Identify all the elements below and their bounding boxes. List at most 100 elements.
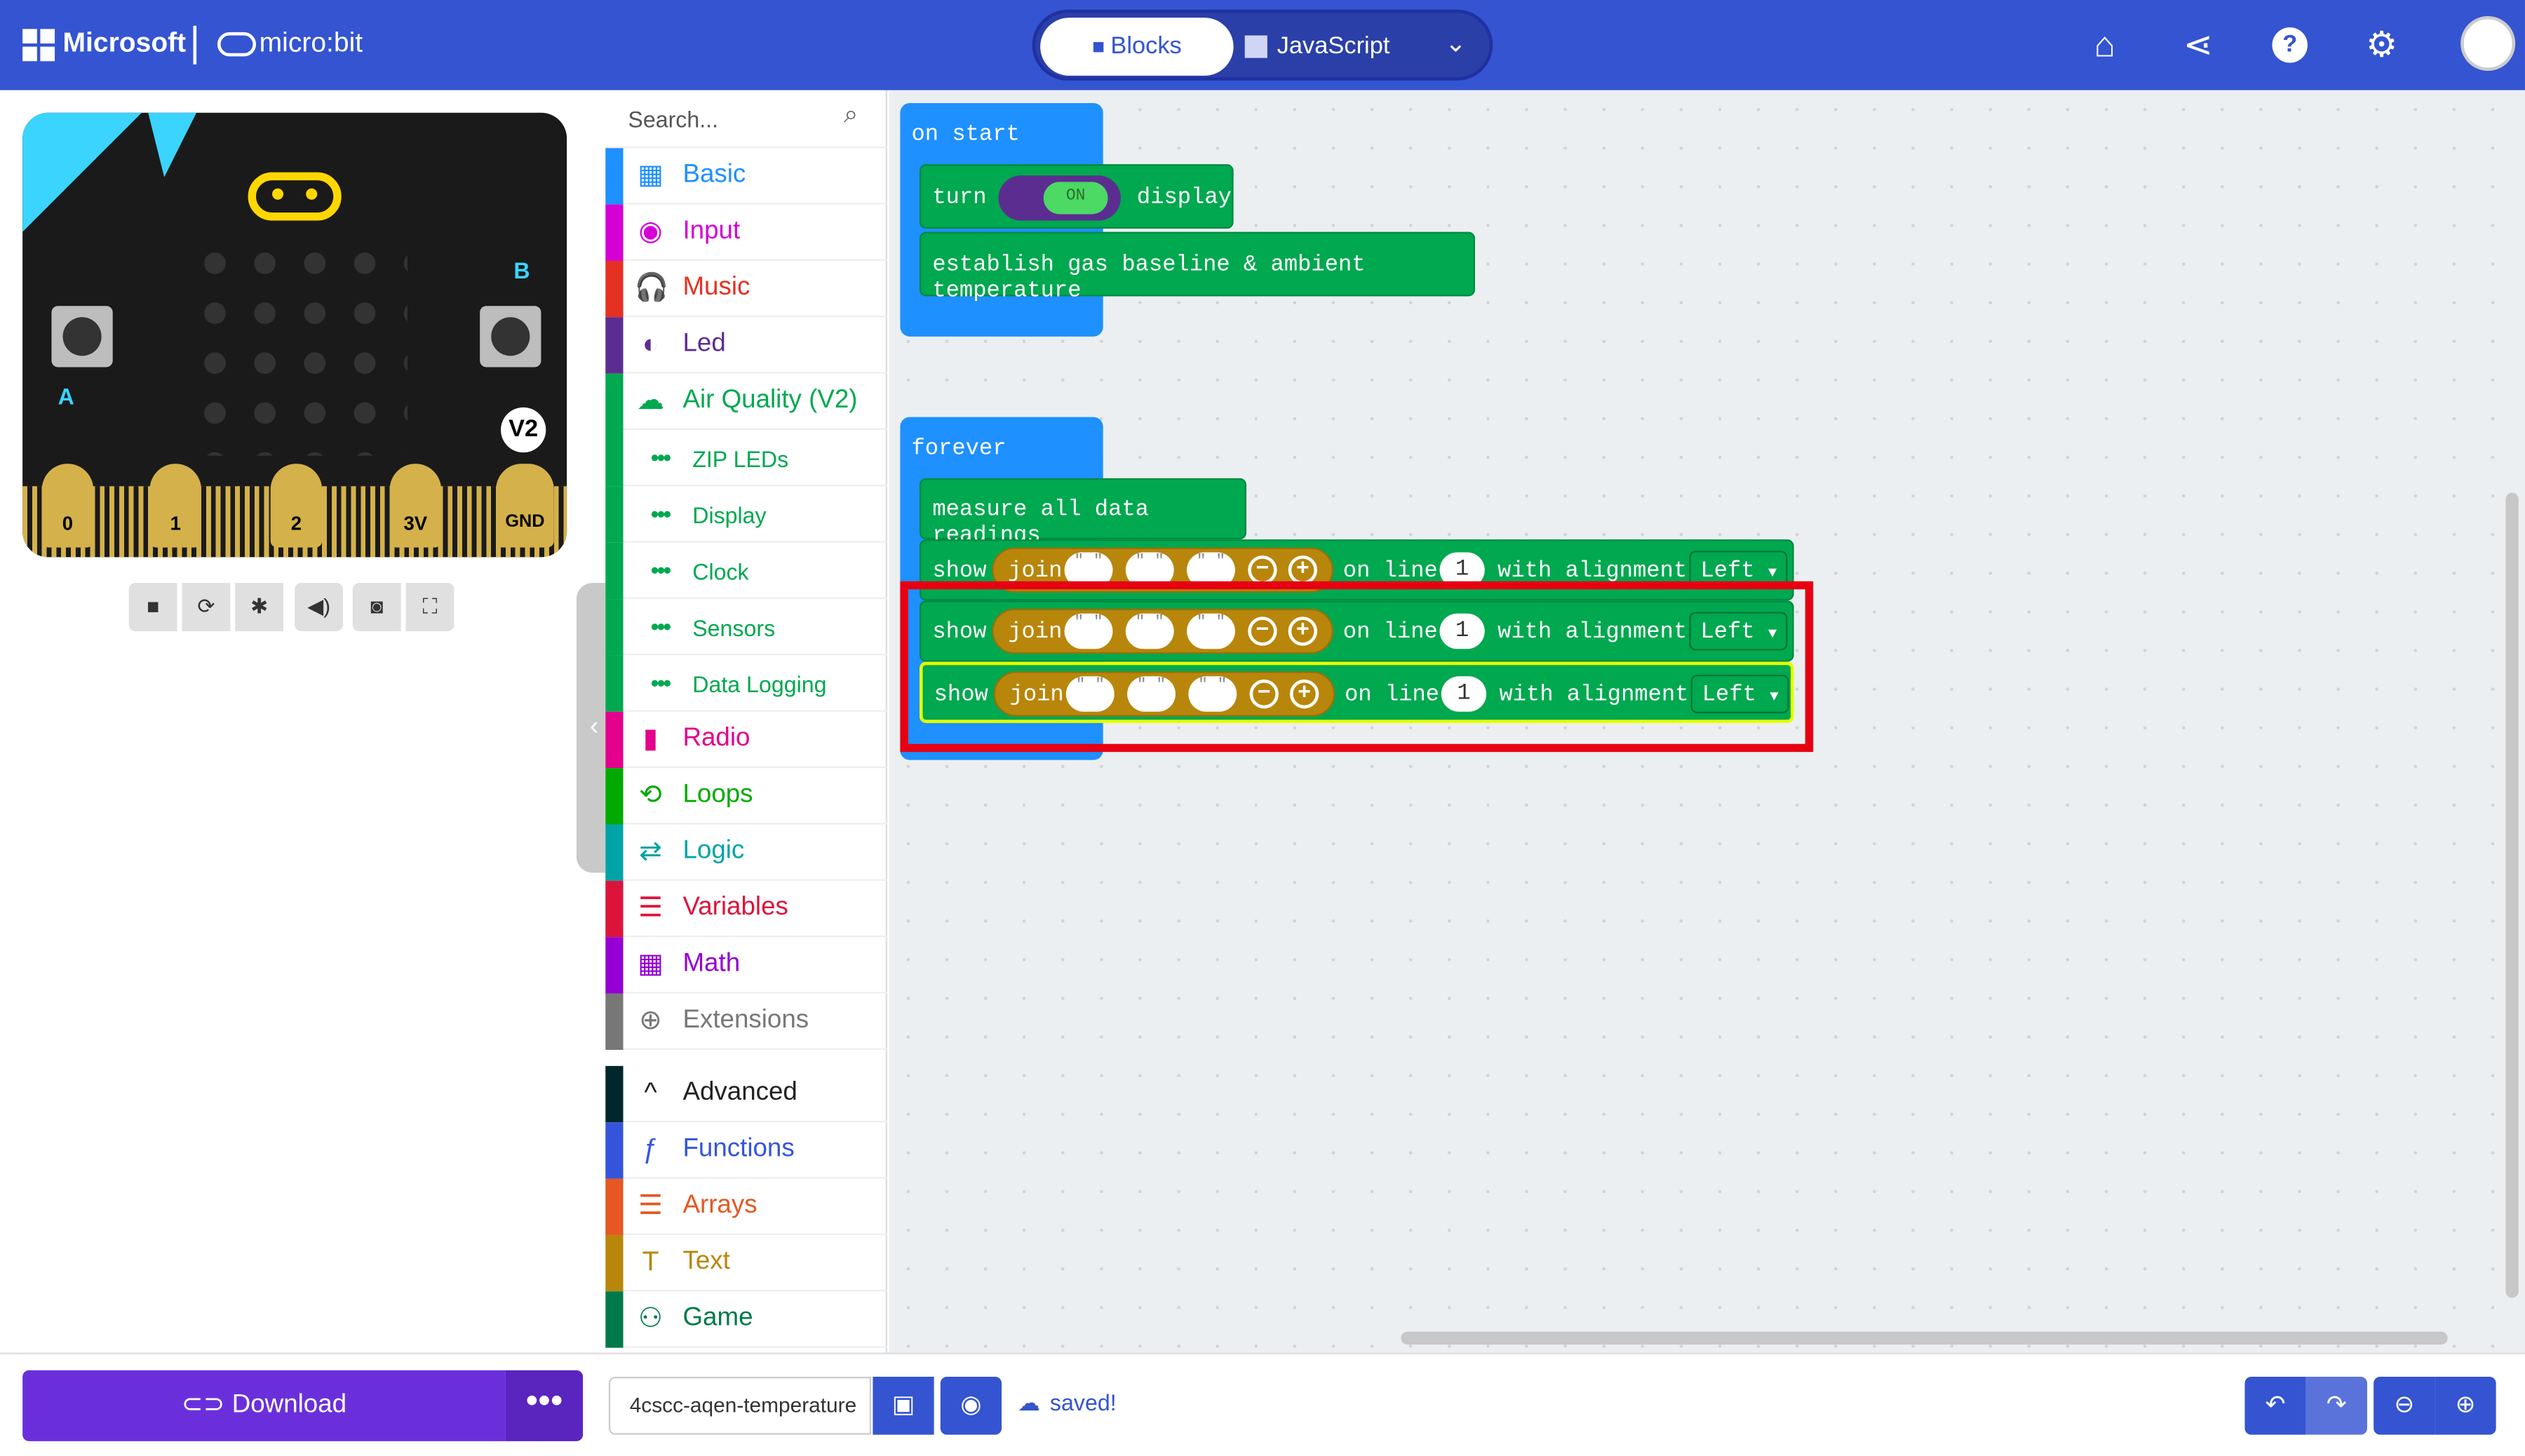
toolbox-category-input[interactable]: ◉ Input bbox=[605, 204, 888, 261]
toolbox-category-advanced[interactable]: ^ Advanced bbox=[605, 1065, 888, 1123]
led-matrix bbox=[189, 238, 408, 456]
zoom-out-icon[interactable]: ⊖ bbox=[2374, 1376, 2435, 1435]
forever-label: forever bbox=[911, 436, 1006, 462]
github-icon[interactable]: ◉ bbox=[940, 1376, 1002, 1435]
search-icon[interactable]: ⌕ bbox=[844, 102, 858, 130]
category-color-bar bbox=[605, 1065, 624, 1123]
microbit-board[interactable]: A B V2 0 1 2 3V GND bbox=[22, 112, 567, 558]
toolbox-category-math[interactable]: ▦ Math bbox=[605, 937, 888, 994]
category-label: Extensions bbox=[682, 1006, 809, 1034]
help-icon[interactable]: ? bbox=[2268, 22, 2312, 67]
stop-icon[interactable]: ■ bbox=[128, 583, 177, 631]
turn-display-block[interactable]: turn ON display bbox=[919, 164, 1234, 229]
logo-dot bbox=[272, 188, 284, 200]
loop-icon: ⟲ bbox=[639, 779, 662, 810]
chevron-left-icon: ‹ bbox=[590, 713, 599, 741]
toolbox-category-sensors[interactable]: ••• Sensors bbox=[605, 599, 888, 656]
minus-icon[interactable]: − bbox=[1248, 555, 1277, 585]
toolbox-category-zip-leds[interactable]: ••• ZIP LEDs bbox=[605, 430, 888, 487]
toolbox-category-extensions[interactable]: ⊕ Extensions bbox=[605, 993, 888, 1050]
toolbox-category-text[interactable]: T Text bbox=[605, 1234, 888, 1292]
category-label: Radio bbox=[682, 724, 750, 753]
chevron-down-icon[interactable]: ⌄ bbox=[1438, 27, 1474, 63]
fullscreen-icon[interactable]: ⛶ bbox=[405, 583, 454, 631]
zoom-in-icon[interactable]: ⊕ bbox=[2435, 1376, 2496, 1435]
category-color-bar bbox=[605, 655, 624, 712]
toolbox-category-air-quality[interactable]: ☁ Air Quality (V2) bbox=[605, 373, 888, 431]
plus-icon[interactable]: + bbox=[1288, 555, 1318, 585]
project-name-input[interactable]: 4cscc-aqen-temperature bbox=[608, 1376, 872, 1435]
toolbox-category-led[interactable]: ◐ Led bbox=[605, 317, 888, 374]
category-color-bar bbox=[605, 1122, 624, 1179]
dots-icon: ••• bbox=[650, 613, 671, 640]
search-input[interactable]: Search... bbox=[628, 107, 718, 133]
vertical-scrollbar[interactable] bbox=[2505, 492, 2519, 1298]
toolbox-category-variables[interactable]: ☰ Variables bbox=[605, 880, 888, 938]
avatar[interactable] bbox=[2460, 15, 2516, 72]
download-button[interactable]: ⊂⊃ Download bbox=[22, 1370, 506, 1441]
toolbox-category-clock[interactable]: ••• Clock bbox=[605, 542, 888, 600]
category-label: Clock bbox=[692, 558, 749, 585]
category-color-bar bbox=[605, 1291, 624, 1348]
restart-icon[interactable]: ⟳ bbox=[182, 583, 231, 631]
editor-mode-toggle: ■ Blocks JavaScript ⌄ bbox=[1032, 9, 1493, 81]
toolbox-category-display[interactable]: ••• Display bbox=[605, 486, 888, 543]
dots-icon: ••• bbox=[650, 670, 671, 696]
category-color-bar bbox=[605, 373, 624, 431]
home-icon[interactable]: ⌂ bbox=[2082, 22, 2127, 67]
pin-1[interactable]: 1 bbox=[149, 464, 201, 548]
turn-label: turn bbox=[932, 185, 987, 211]
display-label: display bbox=[1136, 185, 1232, 211]
toggle-on-label: ON bbox=[1043, 182, 1108, 215]
toggle-icon: ◐ bbox=[642, 328, 659, 359]
tab-javascript[interactable]: JavaScript bbox=[1244, 18, 1422, 76]
redo-icon[interactable]: ↷ bbox=[2305, 1376, 2367, 1435]
bottom-bar: ⊂⊃ Download ••• 4cscc-aqen-temperature ▣… bbox=[0, 1352, 2525, 1455]
pin-2[interactable]: 2 bbox=[270, 464, 323, 548]
tab-blocks[interactable]: ■ Blocks bbox=[1040, 18, 1234, 76]
toolbox-category-functions[interactable]: ƒ Functions bbox=[605, 1122, 888, 1179]
toolbox-category-radio[interactable]: ▮ Radio bbox=[605, 711, 888, 769]
cloud-icon: ☁ bbox=[637, 384, 665, 416]
save-icon[interactable]: ▣ bbox=[873, 1376, 934, 1435]
category-label: Arrays bbox=[682, 1191, 758, 1219]
toolbox-category-data-logging[interactable]: ••• Data Logging bbox=[605, 655, 888, 712]
microphone-logo-icon bbox=[248, 172, 342, 221]
board-edge-decoration bbox=[148, 112, 197, 177]
undo-icon[interactable]: ↶ bbox=[2244, 1376, 2306, 1435]
share-icon[interactable]: ⋖ bbox=[2176, 22, 2221, 67]
pin-gnd[interactable]: GND bbox=[496, 464, 554, 548]
debug-icon[interactable]: ✱ bbox=[235, 583, 284, 631]
button-a[interactable] bbox=[51, 306, 113, 368]
toolbox-category-basic[interactable]: ▦ Basic bbox=[605, 148, 888, 205]
more-options-button[interactable]: ••• bbox=[505, 1370, 584, 1441]
display-toggle[interactable]: ON bbox=[998, 175, 1121, 221]
button-b[interactable] bbox=[480, 306, 541, 368]
toolbox: Search... ⌕ ▦ Basic ◉ Input 🎧 Music ◐ Led ☁ Air Q… bbox=[605, 90, 888, 1353]
toolbox-category-loops[interactable]: ⟲ Loops bbox=[605, 768, 888, 825]
toolbox-category-music[interactable]: 🎧 Music bbox=[605, 260, 888, 318]
toolbox-category-arrays[interactable]: ☰ Arrays bbox=[605, 1178, 888, 1235]
category-color-bar bbox=[605, 880, 624, 938]
save-status: saved! bbox=[1049, 1389, 1117, 1416]
toolbox-category-game[interactable]: ⚇ Game bbox=[605, 1291, 888, 1348]
category-label: ZIP LEDs bbox=[692, 445, 789, 472]
screenshot-icon[interactable]: ◙ bbox=[352, 583, 401, 631]
measure-readings-block[interactable]: measure all data readings bbox=[919, 478, 1247, 549]
toolbox-category-logic[interactable]: ⇄ Logic bbox=[605, 824, 888, 881]
horizontal-scrollbar[interactable] bbox=[1401, 1331, 2448, 1345]
category-color-bar bbox=[605, 486, 624, 543]
category-color-bar bbox=[605, 768, 624, 825]
establish-baseline-block[interactable]: establish gas baseline & ambient tempera… bbox=[919, 231, 1476, 304]
toolbox-search[interactable]: Search... ⌕ bbox=[605, 90, 888, 149]
microbit-brand[interactable]: micro:bit bbox=[260, 27, 363, 60]
mute-icon[interactable]: ◀) bbox=[295, 583, 344, 631]
pin-3v[interactable]: 3V bbox=[389, 464, 442, 548]
settings-icon[interactable]: ⚙ bbox=[2359, 22, 2404, 67]
pin-0[interactable]: 0 bbox=[41, 464, 94, 548]
category-label: Display bbox=[692, 502, 767, 529]
category-label: Basic bbox=[682, 161, 746, 189]
category-label: Text bbox=[682, 1248, 730, 1276]
brand-divider bbox=[193, 25, 197, 65]
category-color-bar bbox=[605, 1178, 624, 1235]
